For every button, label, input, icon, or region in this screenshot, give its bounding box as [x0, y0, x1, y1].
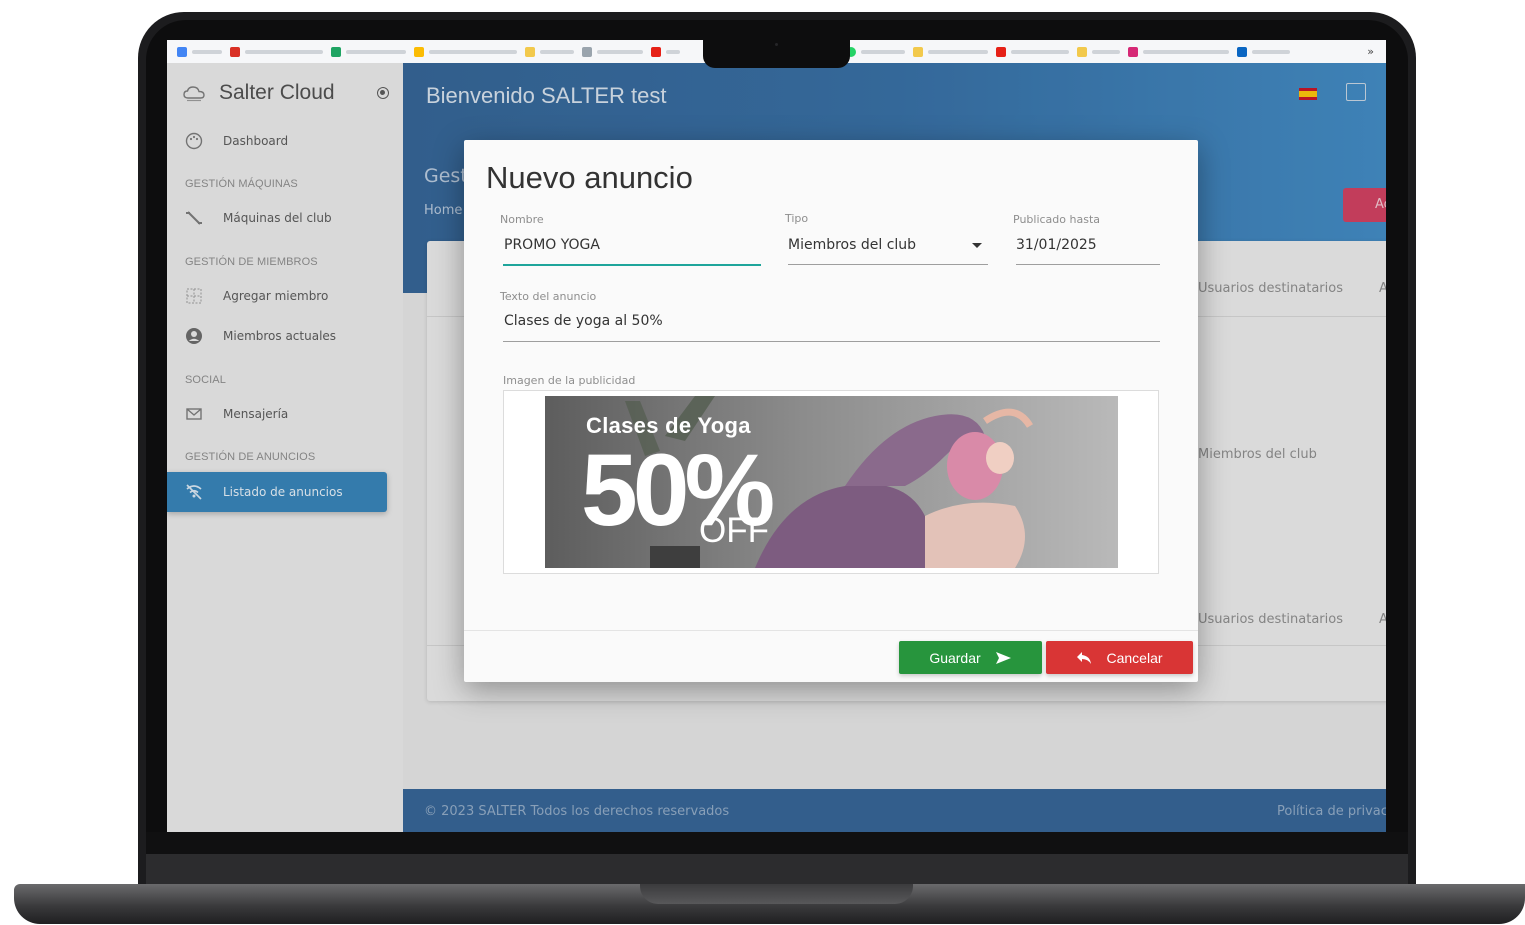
- bookmark[interactable]: [1077, 40, 1120, 63]
- bookmark[interactable]: [414, 40, 517, 63]
- until-date-input[interactable]: 31/01/2025: [1016, 237, 1097, 253]
- until-input-underline: [1016, 264, 1160, 265]
- gmail-icon: [230, 46, 240, 57]
- drive-icon: [414, 46, 424, 57]
- until-label: Publicado hasta: [1013, 213, 1101, 226]
- youtube-icon: [651, 46, 661, 57]
- laptop-bezel-bottom: [146, 832, 1408, 854]
- laptop-hinge: [146, 854, 1408, 884]
- folder-icon: [525, 46, 535, 57]
- dialog-divider: [464, 630, 1198, 631]
- bookmark[interactable]: [177, 40, 222, 63]
- announcement-text-input[interactable]: Clases de yoga al 50%: [504, 313, 663, 329]
- bookmark[interactable]: [651, 40, 680, 63]
- folder-icon: [1077, 46, 1087, 57]
- google-icon: [177, 46, 187, 57]
- laptop-base-notch: [640, 884, 913, 904]
- send-icon: [995, 651, 1011, 664]
- promo-image: Clases de Yoga 50% OFF: [545, 396, 1118, 568]
- type-select[interactable]: Miembros del club: [788, 237, 916, 253]
- text-input-underline: [503, 341, 1160, 342]
- bookmark[interactable]: [846, 40, 905, 63]
- save-button[interactable]: Guardar: [899, 641, 1042, 674]
- promo-off: OFF: [699, 511, 769, 550]
- more-bookmarks-icon[interactable]: »: [1367, 45, 1374, 58]
- name-label: Nombre: [500, 213, 544, 226]
- bookmark[interactable]: [1237, 40, 1290, 63]
- site-icon: [582, 46, 592, 57]
- type-label: Tipo: [785, 212, 809, 225]
- text-label: Texto del anuncio: [500, 290, 597, 303]
- drive-icon: [331, 46, 341, 57]
- cancel-label: Cancelar: [1106, 649, 1163, 666]
- image-label: Imagen de la publicidad: [503, 374, 636, 387]
- bookmark[interactable]: [230, 40, 323, 63]
- name-input[interactable]: PROMO YOGA: [504, 237, 600, 253]
- instagram-icon: [1128, 46, 1138, 57]
- bookmark[interactable]: [996, 40, 1069, 63]
- bookmark[interactable]: [582, 40, 643, 63]
- camera-notch: [703, 40, 850, 68]
- bookmark[interactable]: [331, 40, 406, 63]
- chevron-down-icon[interactable]: [972, 243, 982, 248]
- folder-icon: [913, 46, 923, 57]
- bookmark[interactable]: [1128, 40, 1229, 63]
- type-select-underline: [788, 264, 988, 265]
- dialog-title: Nuevo anuncio: [486, 160, 693, 195]
- cancel-button[interactable]: Cancelar: [1046, 641, 1193, 674]
- screen: » Salter Cloud Dashboard GESTIÓN MÁQUINA…: [167, 40, 1386, 832]
- save-label: Guardar: [929, 649, 981, 666]
- new-announcement-dialog: Nuevo anuncio Nombre PROMO YOGA Tipo Mie…: [464, 140, 1198, 682]
- camera-dot: [775, 43, 778, 46]
- youtube-icon: [996, 46, 1006, 57]
- bookmark[interactable]: [525, 40, 574, 63]
- linkedin-icon: [1237, 46, 1247, 57]
- reply-icon: [1077, 651, 1092, 664]
- bookmark[interactable]: [913, 40, 988, 63]
- laptop-mockup: » Salter Cloud Dashboard GESTIÓN MÁQUINA…: [0, 0, 1525, 925]
- name-input-underline: [503, 264, 761, 266]
